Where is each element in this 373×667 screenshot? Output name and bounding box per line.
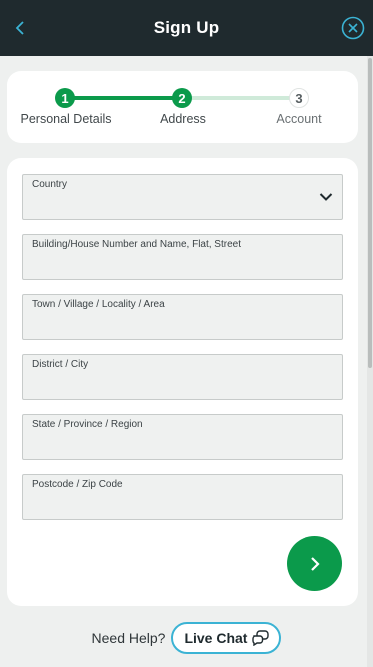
step-2-indicator: 2	[172, 88, 192, 108]
next-button[interactable]	[287, 536, 342, 591]
step-1-indicator: 1	[55, 88, 75, 108]
country-label: Country	[32, 179, 68, 190]
postcode-field[interactable]: Postcode / Zip Code	[22, 474, 343, 520]
chat-bubbles-icon	[252, 630, 270, 646]
step-2-label: Address	[160, 112, 206, 126]
building-street-label: Building/House Number and Name, Flat, St…	[32, 239, 241, 250]
step-connector-pending	[182, 96, 299, 100]
step-connector-complete	[65, 96, 182, 100]
district-city-field[interactable]: District / City	[22, 354, 343, 400]
state-region-label: State / Province / Region	[32, 419, 143, 430]
close-button[interactable]	[341, 16, 365, 40]
live-chat-label: Live Chat	[184, 630, 248, 646]
need-help-text: Need Help?	[91, 630, 166, 646]
scrollbar[interactable]	[367, 56, 373, 667]
building-street-field[interactable]: Building/House Number and Name, Flat, St…	[22, 234, 343, 280]
step-1-label: Personal Details	[20, 112, 112, 126]
town-locality-field[interactable]: Town / Village / Locality / Area	[22, 294, 343, 340]
live-chat-button[interactable]: Live Chat	[171, 622, 282, 654]
close-circle-icon	[341, 16, 365, 40]
town-locality-label: Town / Village / Locality / Area	[32, 299, 165, 310]
country-select[interactable]: Country	[22, 174, 343, 220]
step-3-label: Account	[276, 112, 322, 126]
district-city-label: District / City	[32, 359, 89, 370]
chevron-down-icon	[319, 193, 333, 201]
app-header: Sign Up	[0, 0, 373, 56]
back-button[interactable]	[6, 14, 34, 42]
chevron-right-icon	[310, 556, 320, 571]
help-section: Need Help? Live Chat	[0, 622, 373, 654]
progress-stepper: 1 2 3 Personal Details Address Account	[7, 71, 358, 143]
state-region-field[interactable]: State / Province / Region	[22, 414, 343, 460]
page-title: Sign Up	[153, 18, 220, 37]
postcode-label: Postcode / Zip Code	[32, 479, 123, 490]
chevron-left-icon	[15, 21, 24, 35]
step-3-indicator: 3	[289, 88, 309, 108]
address-form: Country Building/House Number and Name, …	[7, 158, 358, 606]
scrollbar-thumb[interactable]	[368, 58, 372, 368]
